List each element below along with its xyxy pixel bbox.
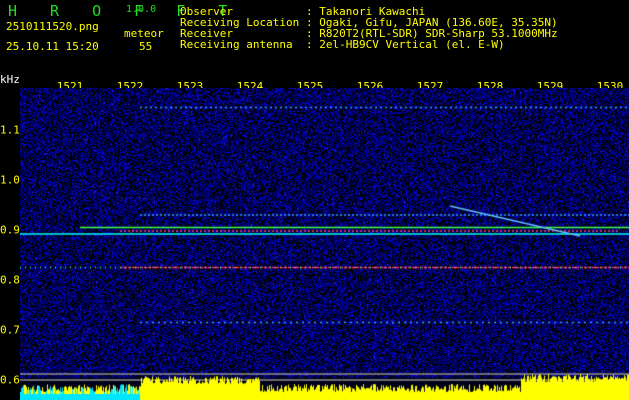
y-tick-label: 0.7: [0, 323, 20, 337]
info-antenna: Receiving antenna: 2el-HB9CV Vertical (e…: [180, 38, 505, 51]
meteor-label: meteor: [124, 27, 164, 40]
meteor-count: 55: [139, 40, 153, 53]
app-version: 1.0.0: [126, 4, 157, 15]
y-tick-label: 1.0: [0, 173, 20, 187]
y-tick-label: 0.9: [0, 223, 20, 237]
y-tick-label: 0.6: [0, 373, 20, 387]
y-tick-label: 0.8: [0, 273, 20, 287]
file-datetime: 25.10.11 15:20: [6, 40, 99, 53]
spectrogram: [20, 88, 629, 400]
file-name: 2510111520.png: [6, 20, 99, 33]
unit-label: kHz: [0, 73, 20, 86]
y-tick-label: 1.1: [0, 123, 20, 137]
